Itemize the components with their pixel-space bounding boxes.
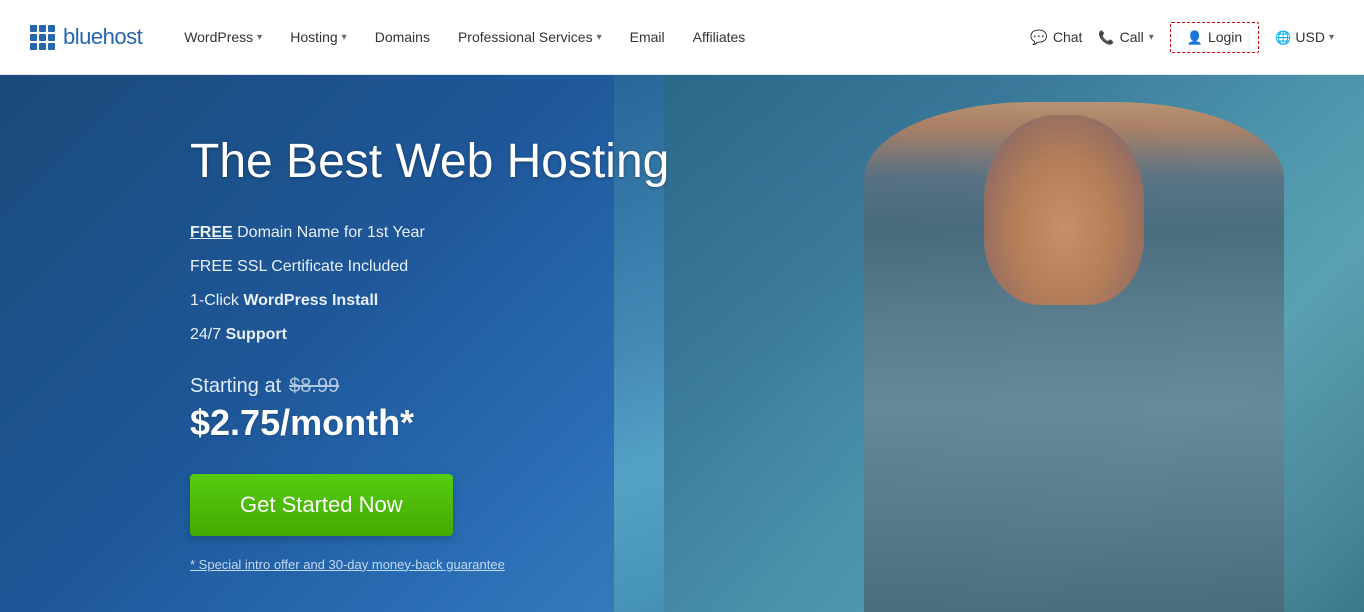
pricing-block: Starting at $8.99 $2.75/month* bbox=[190, 375, 669, 444]
main-nav: WordPress ▾ Hosting ▾ Domains Profession… bbox=[172, 21, 757, 53]
hero-image bbox=[664, 75, 1364, 612]
feature-wordpress: 1-Click WordPress Install bbox=[190, 289, 669, 313]
disclaimer-link[interactable]: * Special intro offer and 30-day money-b… bbox=[190, 557, 505, 572]
hero-features-list: FREE Domain Name for 1st Year FREE SSL C… bbox=[190, 221, 669, 347]
login-button[interactable]: Login bbox=[1170, 22, 1259, 53]
header-left: bluehost WordPress ▾ Hosting ▾ Domains P… bbox=[30, 21, 757, 53]
chat-button[interactable]: Chat bbox=[1030, 29, 1082, 46]
pricing-starting: Starting at $8.99 bbox=[190, 375, 669, 398]
current-price: $2.75/month* bbox=[190, 402, 669, 444]
logo-text: bluehost bbox=[63, 24, 142, 50]
chevron-down-icon: ▾ bbox=[1149, 32, 1154, 43]
logo-grid-icon bbox=[30, 25, 55, 50]
feature-support: 24/7 Support bbox=[190, 323, 669, 347]
hero-section: The Best Web Hosting FREE Domain Name fo… bbox=[0, 75, 1364, 612]
feature-domain: FREE Domain Name for 1st Year bbox=[190, 221, 669, 245]
chat-icon bbox=[1030, 29, 1047, 46]
chevron-down-icon: ▾ bbox=[597, 32, 602, 43]
nav-item-affiliates[interactable]: Affiliates bbox=[681, 21, 758, 53]
phone-icon bbox=[1098, 29, 1114, 46]
nav-item-wordpress[interactable]: WordPress ▾ bbox=[172, 21, 274, 53]
chevron-down-icon: ▾ bbox=[1329, 32, 1334, 43]
nav-item-email[interactable]: Email bbox=[618, 21, 677, 53]
nav-item-hosting[interactable]: Hosting ▾ bbox=[278, 21, 359, 53]
currency-selector[interactable]: USD ▾ bbox=[1275, 29, 1334, 46]
header: bluehost WordPress ▾ Hosting ▾ Domains P… bbox=[0, 0, 1364, 75]
feature-ssl: FREE SSL Certificate Included bbox=[190, 255, 669, 279]
logo[interactable]: bluehost bbox=[30, 24, 142, 50]
hero-title: The Best Web Hosting bbox=[190, 133, 669, 191]
globe-icon bbox=[1275, 29, 1291, 46]
hero-content: The Best Web Hosting FREE Domain Name fo… bbox=[0, 113, 669, 574]
chevron-down-icon: ▾ bbox=[342, 32, 347, 43]
nav-item-domains[interactable]: Domains bbox=[363, 21, 442, 53]
get-started-button[interactable]: Get Started Now bbox=[190, 474, 453, 536]
nav-item-professional-services[interactable]: Professional Services ▾ bbox=[446, 21, 614, 53]
user-icon bbox=[1187, 29, 1203, 46]
call-button[interactable]: Call ▾ bbox=[1098, 29, 1153, 46]
chevron-down-icon: ▾ bbox=[257, 32, 262, 43]
header-right: Chat Call ▾ Login USD ▾ bbox=[1030, 22, 1334, 53]
original-price: $8.99 bbox=[289, 375, 339, 398]
